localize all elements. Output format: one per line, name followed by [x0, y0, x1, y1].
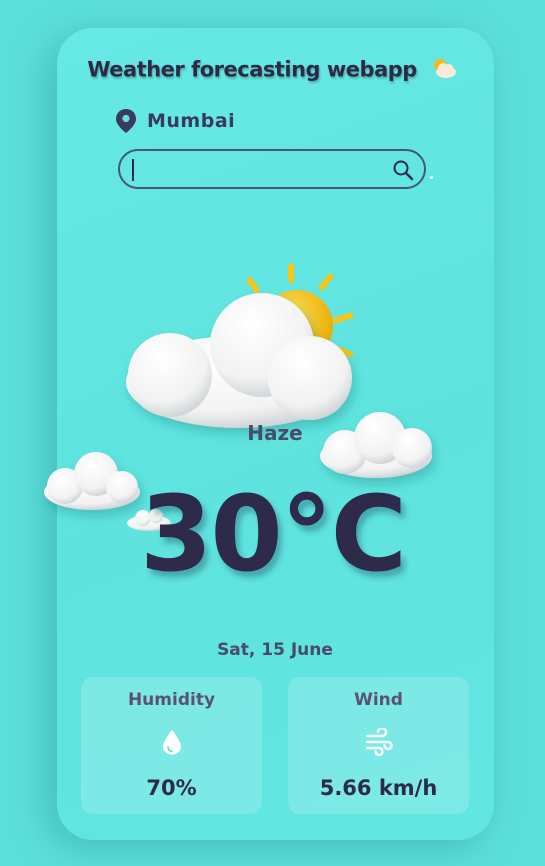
app-title-text: Weather forecasting webapp: [87, 57, 417, 82]
sun-cloud-emoji-icon: [430, 56, 458, 85]
city-search-input[interactable]: [132, 157, 386, 183]
city-name: Mumbai: [147, 110, 236, 132]
humidity-card: Humidity 70%: [81, 677, 262, 814]
temperature: 30°C: [139, 473, 407, 595]
search-button[interactable]: [392, 159, 414, 181]
humidity-label: Humidity: [127, 690, 216, 710]
wind-card: Wind 5.66 km/h: [288, 677, 469, 814]
search-box: [118, 149, 426, 189]
location: Mumbai: [115, 108, 235, 134]
search-icon: [393, 160, 414, 181]
water-drop-icon: [160, 728, 184, 760]
map-pin-icon: [116, 109, 136, 133]
weather-condition: Haze: [247, 421, 303, 445]
decorative-dot: [430, 176, 433, 179]
humidity-value: 70%: [146, 776, 197, 800]
forecast-date: Sat, 15 June: [217, 640, 333, 660]
wind-label: Wind: [354, 690, 403, 710]
wind-value: 5.66 km/h: [319, 776, 438, 800]
text-caret: [132, 159, 134, 181]
app-title: Weather forecasting webapp: [0, 56, 545, 85]
wind-icon: [364, 726, 394, 760]
